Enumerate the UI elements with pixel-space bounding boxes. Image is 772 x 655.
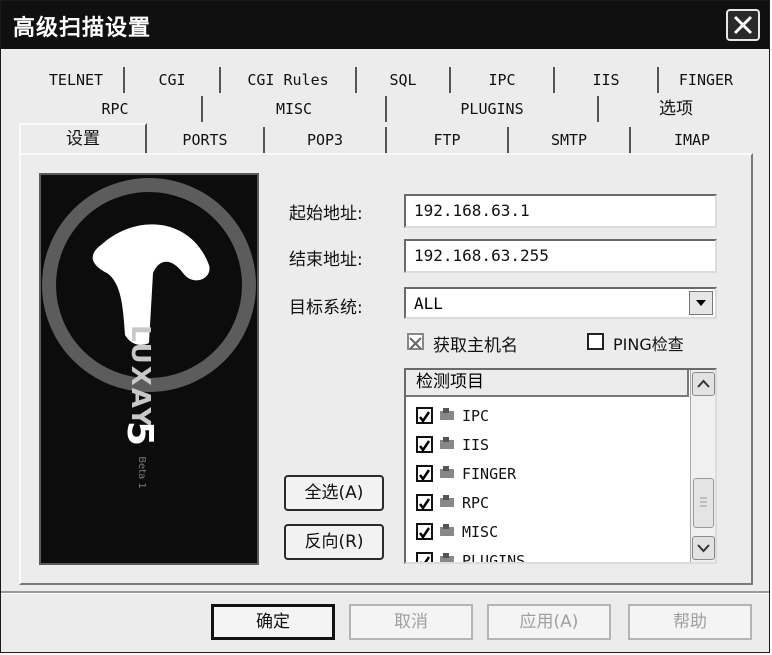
tab-cgi-rules[interactable]: CGI Rules xyxy=(221,67,357,93)
title-bar[interactable]: 高级扫描设置 xyxy=(1,1,769,49)
tab-telnet[interactable]: TELNET xyxy=(29,67,125,93)
tab-pop3[interactable]: POP3 xyxy=(265,127,387,153)
tab-row-2: RPC MISC PLUGINS 选项 xyxy=(29,96,753,124)
check-icon xyxy=(419,527,431,540)
chevron-down-icon xyxy=(696,300,706,306)
tab-finger[interactable]: FINGER xyxy=(659,67,753,93)
scroll-thumb[interactable] xyxy=(693,478,714,528)
list-item-label: MISC xyxy=(462,523,499,541)
tab-cgi[interactable]: CGI xyxy=(125,67,221,93)
apply-button[interactable]: 应用(A) xyxy=(487,604,611,640)
dialog-window: 高级扫描设置 TELNET CGI CGI Rules SQL IPC IIS … xyxy=(0,0,770,653)
window-title: 高级扫描设置 xyxy=(13,16,152,41)
check-icon xyxy=(419,440,431,453)
list-item[interactable]: MISC xyxy=(416,520,686,544)
tab-iis[interactable]: IIS xyxy=(555,67,659,93)
logo-brand: LUXAY xyxy=(125,325,155,429)
check-items-list[interactable]: 检测项目 IPC IIS FINGER RPC MISC PLUGINS xyxy=(404,368,717,564)
tab-misc[interactable]: MISC xyxy=(203,96,387,122)
list-item[interactable]: IPC xyxy=(416,404,686,428)
tab-options[interactable]: 选项 xyxy=(599,96,753,122)
scroll-up-button[interactable] xyxy=(692,372,715,396)
start-address-label: 起始地址: xyxy=(289,204,363,224)
list-scrollbar[interactable] xyxy=(690,370,715,562)
plugin-icon xyxy=(440,553,454,562)
list-item[interactable]: FINGER xyxy=(416,462,686,486)
scroll-down-button[interactable] xyxy=(692,536,715,560)
chevron-down-icon xyxy=(697,544,710,553)
plugin-icon xyxy=(440,495,454,507)
ok-button[interactable]: 确定 xyxy=(211,604,335,640)
tab-smtp[interactable]: SMTP xyxy=(509,127,631,153)
list-item-label: FINGER xyxy=(462,465,517,483)
plugin-icon xyxy=(440,437,454,449)
target-os-select[interactable]: ALL xyxy=(404,287,717,319)
ping-checkbox[interactable] xyxy=(587,333,604,350)
target-os-label: 目标系统: xyxy=(289,298,363,318)
tab-sql[interactable]: SQL xyxy=(357,67,451,93)
tab-plugins[interactable]: PLUGINS xyxy=(387,96,599,122)
plugin-icon xyxy=(440,524,454,536)
logo-tag: Beta 1 xyxy=(135,456,147,489)
start-address-input[interactable]: 192.168.63.1 xyxy=(404,194,717,228)
close-button[interactable] xyxy=(726,9,760,41)
item-checkbox[interactable] xyxy=(416,552,433,562)
grip-icon xyxy=(700,497,707,507)
ping-label: PING检查 xyxy=(613,335,684,354)
end-address-label: 结束地址: xyxy=(289,250,363,270)
footer-divider xyxy=(1,591,769,594)
hostname-checkbox[interactable] xyxy=(407,333,424,350)
item-checkbox[interactable] xyxy=(416,494,433,511)
item-checkbox[interactable] xyxy=(416,523,433,540)
tab-ports[interactable]: PORTS xyxy=(147,127,265,153)
tab-imap[interactable]: IMAP xyxy=(631,127,753,153)
help-button[interactable]: 帮助 xyxy=(628,604,752,640)
logo-version: 5 xyxy=(119,420,161,447)
checkbox-cross-icon xyxy=(409,337,422,350)
target-os-value: ALL xyxy=(414,294,443,313)
plugin-icon xyxy=(440,466,454,478)
tab-ftp[interactable]: FTP xyxy=(387,127,509,153)
select-all-button[interactable]: 全选(A) xyxy=(284,475,384,511)
plugin-icon xyxy=(440,408,454,420)
check-icon xyxy=(419,469,431,482)
item-checkbox[interactable] xyxy=(416,465,433,482)
list-column-header[interactable]: 检测项目 xyxy=(406,370,689,397)
invert-selection-button[interactable]: 反向(R) xyxy=(284,524,384,560)
list-item[interactable]: RPC xyxy=(416,491,686,515)
list-item-label: IPC xyxy=(462,407,490,425)
list-item-label: PLUGINS xyxy=(462,552,526,564)
item-checkbox[interactable] xyxy=(416,436,433,453)
item-checkbox[interactable] xyxy=(416,407,433,424)
list-item[interactable]: IIS xyxy=(416,433,686,457)
check-icon xyxy=(419,498,431,511)
chevron-up-icon xyxy=(697,379,710,388)
close-icon xyxy=(733,15,753,35)
hostname-label: 获取主机名 xyxy=(433,336,518,356)
check-icon xyxy=(420,556,431,562)
dropdown-button[interactable] xyxy=(689,291,713,315)
list-item-label: RPC xyxy=(462,494,490,512)
list-item-label: IIS xyxy=(462,436,490,454)
tab-settings[interactable]: 设置 xyxy=(19,123,147,153)
tab-row-3: 设置 PORTS POP3 FTP SMTP IMAP xyxy=(19,123,753,153)
luxay-logo: LUXAY 5 Beta 1 xyxy=(39,173,259,565)
tab-rpc[interactable]: RPC xyxy=(29,96,203,122)
check-icon xyxy=(419,411,431,424)
end-address-input[interactable]: 192.168.63.255 xyxy=(404,239,717,273)
tab-ipc[interactable]: IPC xyxy=(451,67,555,93)
tab-row-1: TELNET CGI CGI Rules SQL IPC IIS FINGER xyxy=(29,67,753,95)
cancel-button[interactable]: 取消 xyxy=(349,604,473,640)
list-item[interactable]: PLUGINS xyxy=(416,549,686,564)
